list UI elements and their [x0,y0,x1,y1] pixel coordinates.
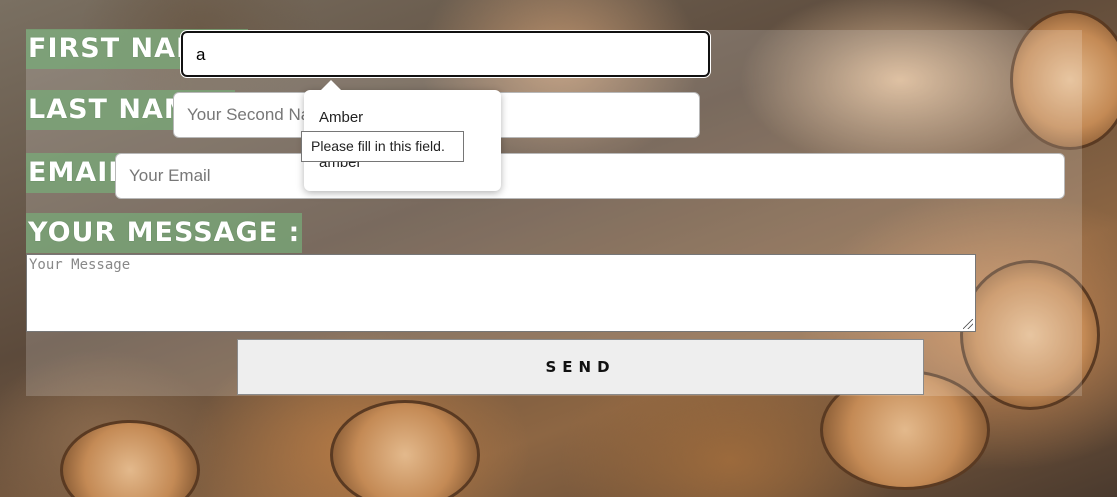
message-label: YOUR MESSAGE : [26,213,303,253]
message-textarea[interactable]: Your Message [26,254,976,332]
dropdown-arrow [321,80,341,90]
send-button[interactable]: SEND [237,339,924,395]
resize-handle-icon[interactable] [963,319,973,329]
log-decoration [60,420,200,497]
email-input[interactable]: Your Email [115,153,1065,199]
autocomplete-item[interactable]: Amber [319,109,363,126]
message-placeholder: Your Message [29,257,131,273]
log-decoration [330,400,480,497]
first-name-input[interactable]: a [180,30,711,78]
validation-tooltip: Please fill in this field. [301,131,464,162]
